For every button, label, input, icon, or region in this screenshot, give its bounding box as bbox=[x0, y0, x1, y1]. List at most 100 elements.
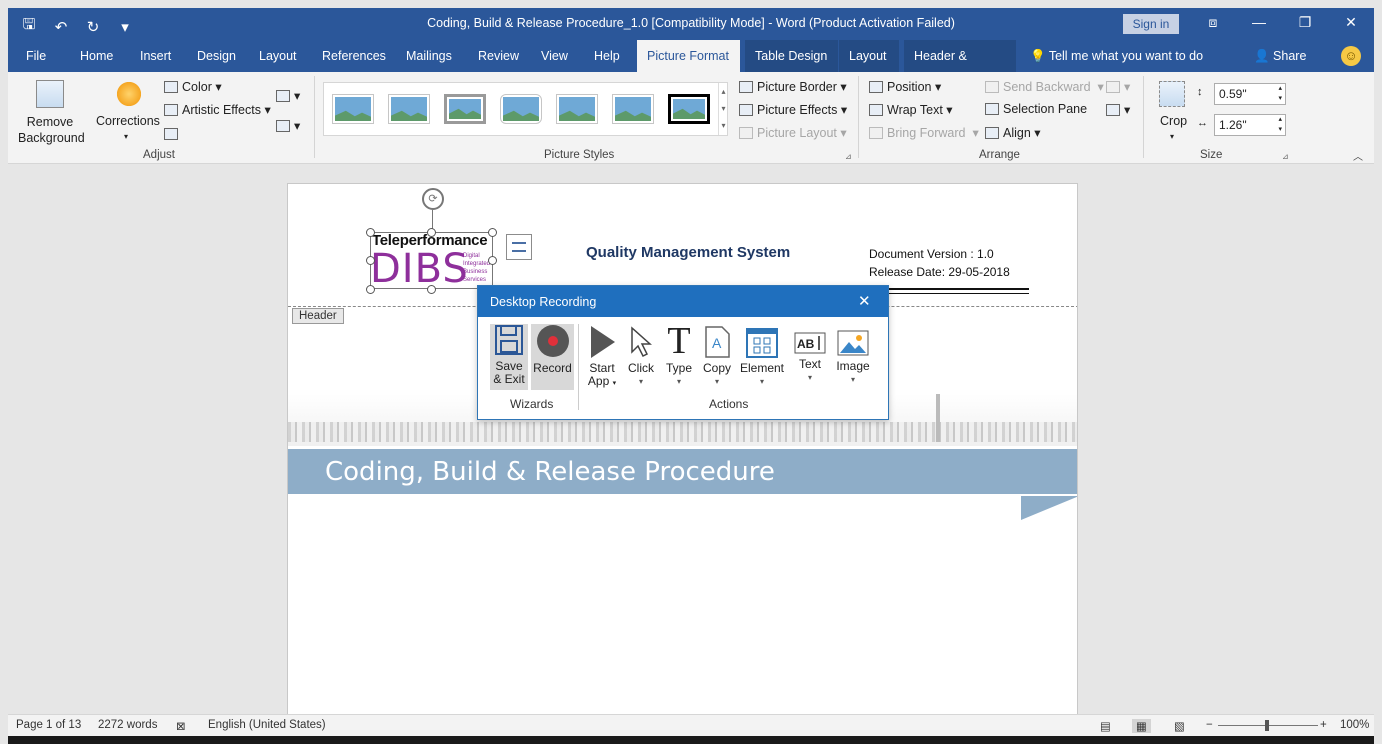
desktop-recording-dialog[interactable]: Desktop Recording ✕ Save & Exit Record W… bbox=[477, 285, 889, 420]
color-button[interactable]: Color ▾ bbox=[164, 79, 222, 94]
page-count[interactable]: Page 1 of 13 bbox=[16, 719, 81, 731]
ribbon-separator bbox=[858, 76, 859, 158]
element-grid-icon bbox=[746, 328, 778, 358]
dialog-close-icon[interactable]: ✕ bbox=[858, 292, 871, 310]
bring-forward-button[interactable]: Bring Forward ▾ bbox=[869, 125, 979, 140]
copy-button[interactable]: A Copy ▾ bbox=[700, 326, 734, 388]
picture-styles-gallery[interactable]: ▴ ▾ ▾ bbox=[323, 82, 728, 136]
wrap-text-button[interactable]: Wrap Text ▾ bbox=[869, 102, 953, 117]
ribbon-display-options-icon[interactable]: ⧈ bbox=[1198, 14, 1228, 31]
dialog-title: Desktop Recording bbox=[490, 295, 597, 309]
align-icon bbox=[985, 127, 999, 139]
language-indicator[interactable]: English (United States) bbox=[208, 719, 326, 731]
group-objects-icon bbox=[1106, 81, 1120, 93]
picture-effects-button[interactable]: Picture Effects ▾ bbox=[739, 102, 847, 117]
ribbon: Remove Background Corrections ▾ Color ▾ A… bbox=[8, 72, 1374, 164]
picture-style-6[interactable] bbox=[612, 94, 654, 124]
tab-home[interactable]: Home bbox=[70, 40, 123, 72]
compress-pictures-button[interactable] bbox=[164, 127, 182, 141]
resize-handle[interactable] bbox=[366, 228, 375, 237]
picture-style-1[interactable] bbox=[332, 94, 374, 124]
print-layout-icon[interactable]: ▦ bbox=[1132, 719, 1151, 733]
selection-pane-button[interactable]: Selection Pane bbox=[985, 102, 1087, 116]
tab-picture-format[interactable]: Picture Format bbox=[637, 40, 740, 72]
resize-handle[interactable] bbox=[488, 228, 497, 237]
image-button[interactable]: Image ▾ bbox=[834, 330, 872, 386]
artistic-effects-button[interactable]: Artistic Effects ▾ bbox=[164, 102, 271, 117]
picture-styles-launcher-icon[interactable]: ⊿ bbox=[845, 152, 852, 161]
tab-table-layout[interactable]: Layout bbox=[839, 40, 899, 72]
picture-style-2[interactable] bbox=[388, 94, 430, 124]
type-button[interactable]: T Type ▾ bbox=[662, 322, 696, 388]
tab-insert[interactable]: Insert bbox=[130, 40, 181, 72]
minimize-icon[interactable]: — bbox=[1244, 14, 1274, 30]
rotate-handle-icon[interactable]: ⟳ bbox=[422, 188, 444, 210]
tab-layout[interactable]: Layout bbox=[249, 40, 307, 72]
layout-options-icon[interactable] bbox=[506, 234, 532, 260]
web-layout-icon[interactable]: ▧ bbox=[1174, 719, 1185, 733]
picture-style-5[interactable] bbox=[556, 94, 598, 124]
tab-references[interactable]: References bbox=[312, 40, 396, 72]
zoom-in-icon[interactable]: + bbox=[1320, 719, 1327, 731]
share-button[interactable]: 👤 Share bbox=[1254, 40, 1306, 72]
picture-layout-button[interactable]: Picture Layout ▾ bbox=[739, 125, 847, 140]
record-button[interactable]: Record bbox=[531, 324, 574, 390]
feedback-smiley-icon[interactable]: ☺ bbox=[1341, 46, 1361, 66]
resize-handle[interactable] bbox=[366, 256, 375, 265]
tab-view[interactable]: View bbox=[531, 40, 578, 72]
word-window: 🖫 ↶ ↻ ▾ Coding, Build & Release Procedur… bbox=[8, 8, 1374, 744]
picture-style-7[interactable] bbox=[668, 94, 710, 124]
text-button[interactable]: AB Text ▾ bbox=[792, 332, 828, 384]
zoom-slider-thumb[interactable] bbox=[1265, 720, 1269, 731]
document-version-block: Document Version : 1.0 Release Date: 29-… bbox=[869, 245, 1010, 281]
rotate-button[interactable]: ▾ bbox=[1106, 102, 1130, 117]
click-button[interactable]: Click ▾ bbox=[624, 326, 658, 388]
tab-review[interactable]: Review bbox=[468, 40, 529, 72]
send-backward-button[interactable]: Send Backward ▾ bbox=[985, 79, 1104, 94]
close-icon[interactable]: ✕ bbox=[1336, 14, 1366, 31]
position-button[interactable]: Position ▾ bbox=[869, 79, 941, 94]
read-mode-icon[interactable]: ▤ bbox=[1100, 719, 1111, 733]
resize-handle[interactable] bbox=[427, 285, 436, 294]
person-icon: 👤 bbox=[1254, 49, 1274, 63]
tab-header-footer[interactable]: Header & Footer bbox=[904, 40, 1016, 95]
tab-help[interactable]: Help bbox=[584, 40, 630, 72]
zoom-level[interactable]: 100% bbox=[1340, 719, 1369, 731]
picture-style-3[interactable] bbox=[444, 94, 486, 124]
remove-background-button[interactable]: Remove Background bbox=[18, 114, 85, 146]
width-spinner[interactable]: 1.26" ▴ ▾ bbox=[1214, 114, 1286, 136]
crop-button[interactable]: Crop ▾ bbox=[1160, 114, 1187, 142]
tab-file[interactable]: File bbox=[16, 40, 56, 72]
collapse-ribbon-icon[interactable]: ︿ bbox=[1353, 148, 1363, 163]
dialog-title-bar[interactable]: Desktop Recording ✕ bbox=[478, 286, 888, 317]
status-bar: Page 1 of 13 2272 words ⊠ English (Unite… bbox=[8, 714, 1374, 736]
change-picture-icon bbox=[276, 90, 290, 102]
tab-table-design[interactable]: Table Design bbox=[745, 40, 838, 72]
size-launcher-icon[interactable]: ⊿ bbox=[1282, 152, 1289, 161]
element-button[interactable]: Element ▾ bbox=[738, 328, 786, 388]
tab-design[interactable]: Design bbox=[187, 40, 246, 72]
height-spinner[interactable]: 0.59" ▴ ▾ bbox=[1214, 83, 1286, 105]
start-app-button[interactable]: Start App ▾ bbox=[584, 326, 620, 390]
proofing-icon[interactable]: ⊠ bbox=[176, 719, 186, 733]
align-button[interactable]: Align ▾ bbox=[985, 125, 1041, 140]
sign-in-button[interactable]: Sign in bbox=[1123, 14, 1179, 34]
width-icon: ↔ bbox=[1197, 117, 1208, 129]
tab-mailings[interactable]: Mailings bbox=[396, 40, 462, 72]
picture-border-button[interactable]: Picture Border ▾ bbox=[739, 79, 847, 94]
resize-handle[interactable] bbox=[488, 256, 497, 265]
document-page[interactable]: ⟳ Teleperformance DIBS Digital Integrate… bbox=[287, 183, 1078, 718]
corrections-button[interactable]: Corrections ▾ bbox=[96, 114, 160, 142]
word-count[interactable]: 2272 words bbox=[98, 719, 157, 731]
group-objects-button[interactable]: ▾ bbox=[1106, 79, 1130, 94]
picture-style-4[interactable] bbox=[500, 94, 542, 124]
reset-picture-button[interactable]: ▾ bbox=[276, 118, 300, 133]
gallery-scroll[interactable]: ▴ ▾ ▾ bbox=[718, 83, 728, 135]
zoom-out-icon[interactable]: − bbox=[1206, 719, 1213, 731]
tell-me-search[interactable]: 💡 Tell me what you want to do bbox=[1030, 40, 1203, 72]
change-picture-button[interactable]: ▾ bbox=[276, 88, 300, 103]
resize-handle[interactable] bbox=[366, 285, 375, 294]
save-exit-button[interactable]: Save & Exit bbox=[490, 324, 528, 390]
resize-handle[interactable] bbox=[427, 228, 436, 237]
restore-icon[interactable]: ❐ bbox=[1290, 14, 1320, 31]
